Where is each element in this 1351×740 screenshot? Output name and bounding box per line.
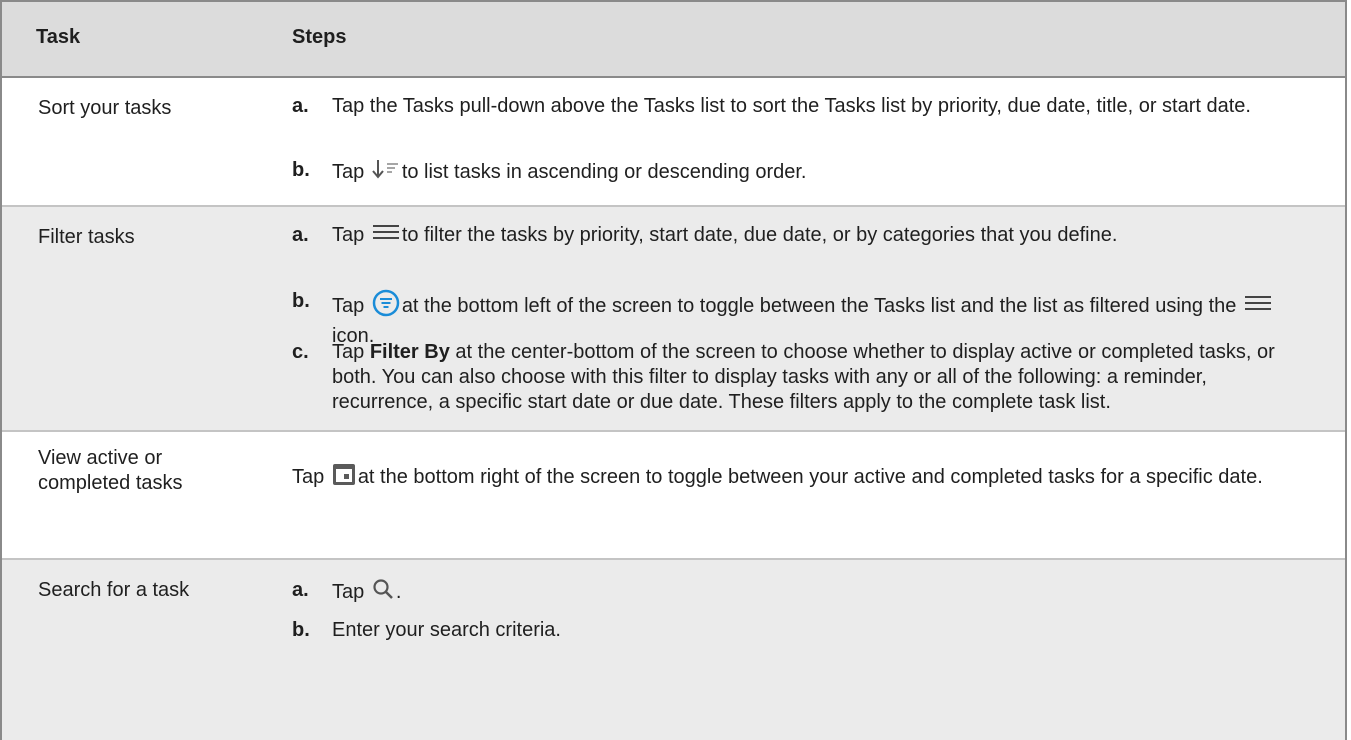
step-text: at the bottom left of the screen to togg… (401, 294, 1237, 317)
step-item: c. Tap Filter By at the center-bottom of… (292, 340, 1312, 415)
step-item: a. Tap the Tasks pull-down above the Tas… (292, 94, 1312, 119)
step-text: to list tasks in ascending or descending… (401, 160, 807, 183)
header-task: Task (36, 26, 81, 48)
table-header: Task Steps (2, 0, 1345, 78)
table-row-view: View active or completed tasks Tap at th… (2, 432, 1345, 560)
table-row-filter: Filter tasks a. Tap to filter the tasks … (2, 207, 1345, 432)
task-cell: Sort your tasks (38, 97, 172, 119)
table-row-search: Search for a task a. Tap . b. Enter your… (2, 560, 1345, 740)
step-text: Tap (332, 294, 365, 317)
step-label: a. (292, 95, 309, 117)
step-label: a. (292, 579, 309, 601)
calendar-icon (332, 462, 356, 493)
sort-order-icon (372, 158, 400, 187)
filter-circle-icon (372, 289, 400, 324)
step-text: Enter your search criteria. (332, 619, 561, 641)
hamburger-filter-icon (1244, 294, 1272, 319)
search-icon (372, 578, 394, 607)
step-text: . (395, 580, 402, 603)
step-text: Tap (332, 580, 365, 603)
step-text: at the center-bottom of the screen to ch… (332, 341, 1275, 413)
step-item: a. Tap to filter the tasks by priority, … (292, 223, 1312, 248)
step-label: c. (292, 341, 309, 363)
step-item: a. Tap . (292, 578, 1312, 607)
step-text: at the bottom right of the screen to tog… (357, 465, 1263, 488)
step-text: Tap (332, 160, 365, 183)
step-label: b. (292, 619, 310, 641)
step-text: Tap (332, 224, 365, 246)
step-text: to filter the tasks by priority, start d… (401, 224, 1118, 246)
header-steps: Steps (292, 26, 347, 48)
task-cell: Filter tasks (38, 226, 135, 248)
step-item: b. Tap to list tasks in ascending or des… (292, 158, 1312, 187)
table-row-sort: Sort your tasks a. Tap the Tasks pull-do… (2, 78, 1345, 207)
step-text: Tap (292, 465, 325, 488)
step-item: Tap at the bottom right of the screen to… (292, 462, 1312, 493)
step-label: b. (292, 159, 310, 181)
step-bold: Filter By (369, 341, 450, 363)
task-cell: View active or completed tasks (38, 447, 183, 494)
tasks-table: Task Steps Sort your tasks a. Tap the Ta… (0, 0, 1347, 740)
step-label: b. (292, 290, 310, 312)
step-label: a. (292, 224, 309, 246)
step-text: Tap the Tasks pull-down above the Tasks … (332, 95, 1251, 117)
step-text: Tap (332, 341, 365, 363)
hamburger-filter-icon (372, 223, 400, 248)
task-cell: Search for a task (38, 579, 190, 601)
step-item: b. Enter your search criteria. (292, 618, 1312, 643)
